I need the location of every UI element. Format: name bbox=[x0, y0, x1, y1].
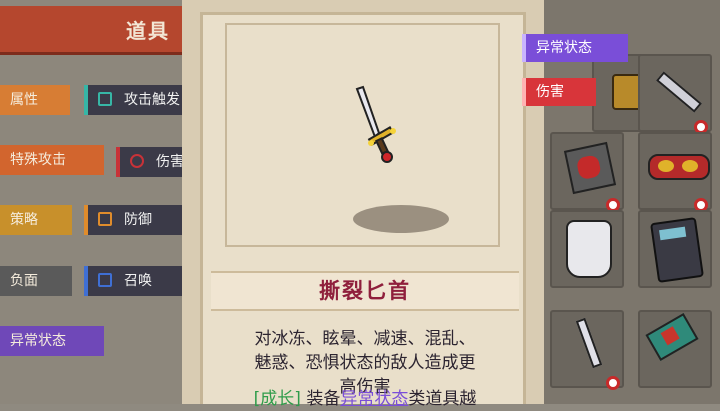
item-detail-card: 撕裂匕首 对冰冻、眩晕、减速、混乱、 魅惑、恐惧状态的敌人造成更 高伤害 [成长… bbox=[182, 0, 544, 409]
item-art-frame bbox=[225, 23, 500, 247]
inventory-slot[interactable] bbox=[638, 54, 712, 134]
item-name: 撕裂匕首 bbox=[211, 271, 519, 311]
damage-icon bbox=[130, 154, 144, 168]
summon-icon bbox=[98, 273, 112, 287]
category-label: 属性 bbox=[10, 92, 38, 108]
chip-label: 召唤 bbox=[124, 273, 152, 289]
item-shadow bbox=[353, 205, 449, 233]
chip-attack-trigger[interactable]: 攻击触发 bbox=[84, 85, 182, 115]
slot-badge bbox=[606, 376, 620, 390]
desc-line: 对冰冻、眩晕、减速、混乱、 bbox=[254, 329, 476, 349]
inventory-panel: 异常状态 伤害 bbox=[522, 0, 720, 404]
item-growth: [成长] 装备异常状态类道具越 bbox=[213, 387, 517, 411]
category-label: 异常状态 bbox=[10, 333, 66, 349]
category-attribute[interactable]: 属性 bbox=[0, 85, 70, 115]
goggles-icon bbox=[648, 154, 710, 180]
trigger-icon bbox=[98, 92, 112, 106]
growth-link[interactable]: 异常状态 bbox=[340, 389, 408, 409]
shield-icon bbox=[98, 212, 112, 226]
calculator-icon bbox=[650, 217, 704, 283]
chip-damage[interactable]: 伤害 bbox=[116, 147, 182, 177]
filter-abnormal-status[interactable]: 异常状态 bbox=[522, 34, 628, 62]
inventory-slot[interactable] bbox=[550, 210, 624, 288]
inventory-slot[interactable] bbox=[638, 310, 712, 388]
inventory-slot[interactable] bbox=[638, 210, 712, 288]
inventory-slot[interactable] bbox=[638, 132, 712, 212]
chip-label: 伤害 bbox=[156, 154, 182, 170]
chip-label: 攻击触发 bbox=[124, 92, 180, 108]
growth-tag: [成长] bbox=[253, 389, 301, 409]
category-label: 特殊攻击 bbox=[10, 152, 66, 168]
glove-icon bbox=[566, 220, 612, 278]
category-label: 策略 bbox=[10, 212, 38, 228]
category-special-attack[interactable]: 特殊攻击 bbox=[0, 145, 104, 175]
chip-summon[interactable]: 召唤 bbox=[84, 266, 182, 296]
category-label: 负面 bbox=[10, 273, 38, 289]
filter-label: 异常状态 bbox=[536, 40, 592, 56]
panel-title: 道具 bbox=[126, 19, 170, 43]
inventory-slot[interactable] bbox=[550, 310, 624, 390]
dagger-icon bbox=[575, 317, 603, 369]
inventory-slot[interactable] bbox=[550, 132, 624, 212]
filter-damage[interactable]: 伤害 bbox=[522, 78, 596, 106]
chip-label: 防御 bbox=[124, 212, 152, 228]
red-hand-icon bbox=[563, 141, 617, 195]
dagger-art-icon bbox=[355, 85, 396, 163]
card-inner: 撕裂匕首 对冰冻、眩晕、减速、混乱、 魅惑、恐惧状态的敌人造成更 高伤害 [成长… bbox=[200, 12, 526, 409]
category-panel: 道具 属性 特殊攻击 策略 负面 异常状态 攻击触发 伤害 防御 召唤 bbox=[0, 0, 182, 404]
growth-text: 装备 bbox=[300, 389, 341, 409]
category-strategy[interactable]: 策略 bbox=[0, 205, 72, 235]
category-negative[interactable]: 负面 bbox=[0, 266, 72, 296]
title-banner: 道具 bbox=[0, 6, 182, 55]
desc-line: 魅惑、恐惧状态的敌人造成更 bbox=[254, 353, 476, 373]
hammer-icon bbox=[645, 313, 699, 361]
growth-text: 类道具越 bbox=[408, 389, 477, 409]
chip-defense[interactable]: 防御 bbox=[84, 205, 182, 235]
filter-label: 伤害 bbox=[536, 84, 564, 100]
category-abnormal-status[interactable]: 异常状态 bbox=[0, 326, 104, 356]
wrench-icon bbox=[655, 71, 703, 113]
